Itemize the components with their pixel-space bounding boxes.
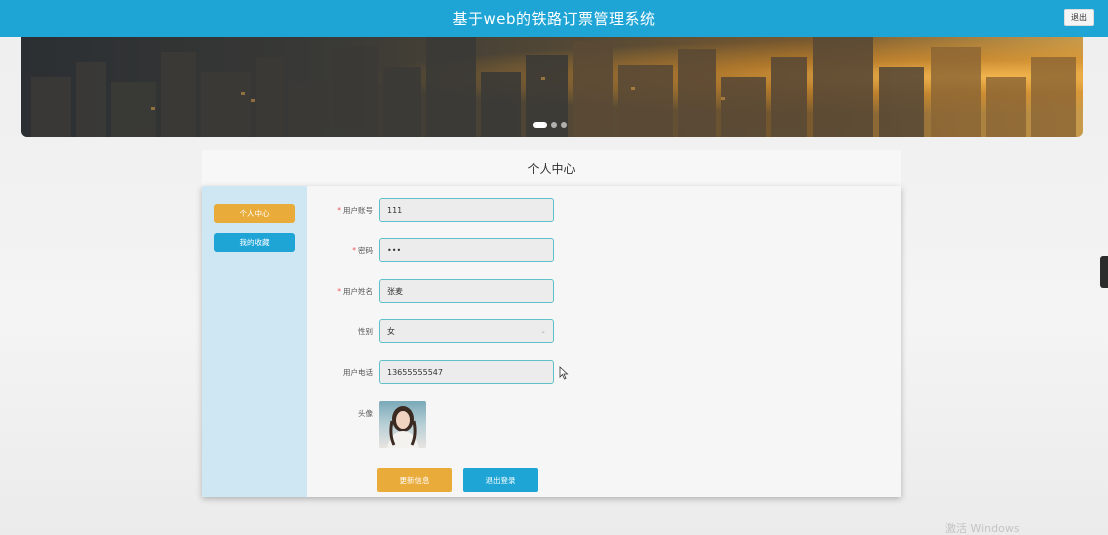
carousel-dot-1[interactable] [533,122,547,128]
name-row: * 用户姓名 张麦 [307,279,554,303]
logout-button[interactable]: 退出登录 [463,468,538,492]
avatar-image[interactable] [379,401,426,448]
avatar-portrait [387,406,419,448]
carousel-dot-3[interactable] [561,122,567,128]
windows-activation-watermark: 激活 Windows [945,522,1020,535]
profile-panel: 个人中心 我的收藏 * 用户账号 111 * 密码 ••• * 用户姓名 张麦 性别 … [202,186,901,497]
app-title: 基于web的铁路订票管理系统 [452,10,656,28]
profile-form: * 用户账号 111 * 密码 ••• * 用户姓名 张麦 性别 女 ⌄ 用户电话 [307,186,901,497]
chevron-down-icon: ⌄ [540,327,546,335]
mouse-cursor-icon [559,366,569,380]
account-field[interactable]: 111 [379,198,554,222]
sidebar: 个人中心 我的收藏 [202,186,307,497]
avatar-row: 头像 [307,401,426,448]
password-label: * 密码 [352,245,373,255]
sidebar-item-favorites[interactable]: 我的收藏 [214,233,295,252]
gender-select[interactable]: 女 ⌄ [379,319,554,343]
gender-row: 性别 女 ⌄ [307,319,554,343]
carousel-dot-2[interactable] [551,122,557,128]
sidebar-item-profile[interactable]: 个人中心 [214,204,295,223]
phone-row: 用户电话 13655555547 [307,360,554,384]
gender-label: 性别 [358,326,373,336]
name-field[interactable]: 张麦 [379,279,554,303]
account-row: * 用户账号 111 [307,198,554,222]
avatar-label: 头像 [358,409,373,418]
hero-banner-carousel[interactable] [21,37,1083,137]
phone-label: 用户电话 [343,367,373,377]
top-navbar: 基于web的铁路订票管理系统 退出 [0,0,1108,37]
account-label: * 用户账号 [337,205,373,215]
header-logout-button[interactable]: 退出 [1064,9,1094,26]
password-row: * 密码 ••• [307,238,554,262]
phone-field[interactable]: 13655555547 [379,360,554,384]
carousel-indicators [533,122,567,128]
update-info-button[interactable]: 更新信息 [377,468,452,492]
page-title: 个人中心 [202,150,901,186]
password-field[interactable]: ••• [379,238,554,262]
name-label: * 用户姓名 [337,286,373,296]
side-drawer-handle[interactable] [1100,256,1108,288]
